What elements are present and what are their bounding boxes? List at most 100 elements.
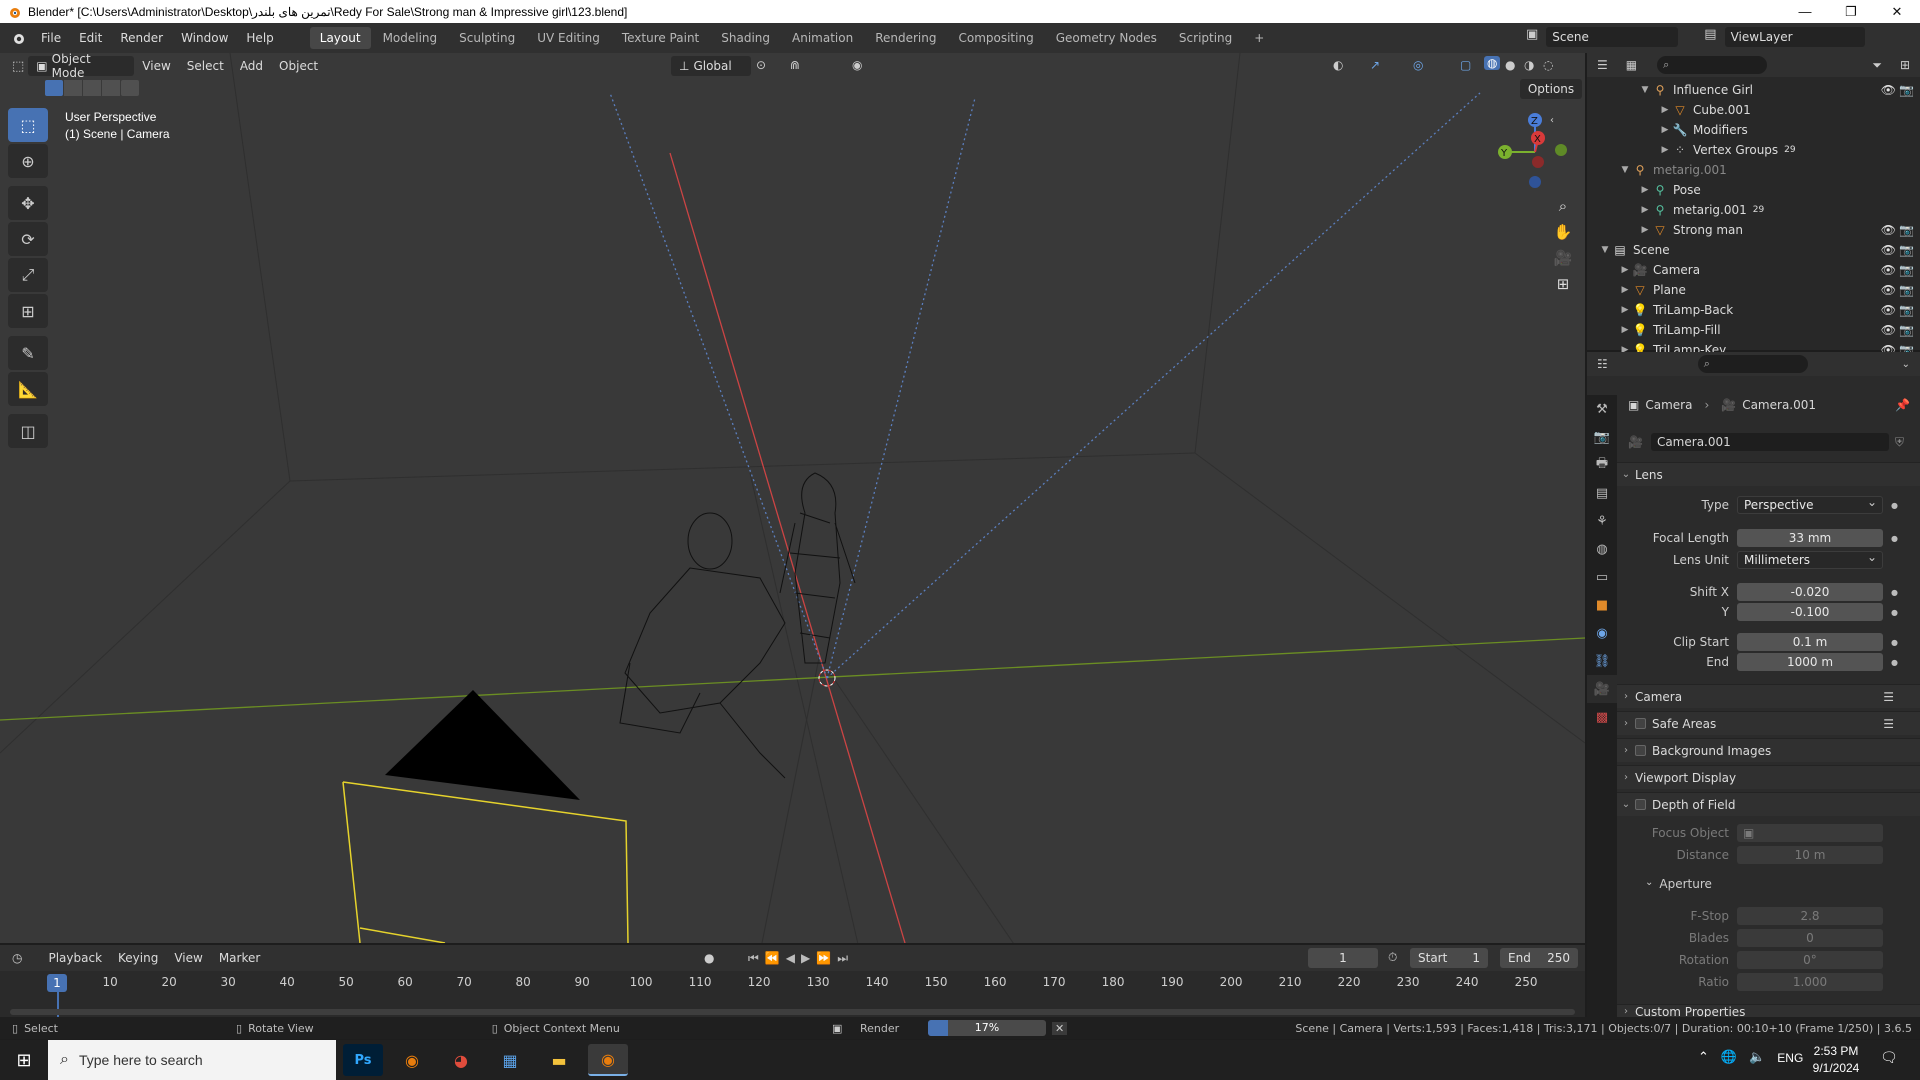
options-button[interactable]: Options [1520, 79, 1582, 99]
background-images-checkbox[interactable] [1635, 745, 1646, 756]
disclosure-triangle-icon[interactable]: ▶ [1619, 305, 1631, 315]
tab-uv-editing[interactable]: UV Editing [527, 27, 610, 49]
ortho-grid-icon[interactable]: ⊞ [1550, 271, 1576, 297]
scene-selector[interactable]: Scene [1546, 27, 1679, 47]
close-button[interactable]: ✕ [1874, 0, 1920, 23]
tab-shading[interactable]: Shading [711, 27, 780, 49]
focus-object-field[interactable]: ▣ [1737, 824, 1883, 842]
disclosure-triangle-icon[interactable]: ▶ [1659, 125, 1671, 135]
tab-modeling[interactable]: Modeling [373, 27, 448, 49]
playhead[interactable]: 1 [47, 974, 67, 992]
navigation-gizmo[interactable]: Z Y X [1490, 110, 1570, 190]
blades-field[interactable]: 0 [1737, 929, 1883, 947]
chrome-icon[interactable]: ◕ [441, 1044, 481, 1076]
physics-tab-icon[interactable]: ◉ [1587, 619, 1617, 647]
world-tab-icon[interactable]: ◍ [1587, 535, 1617, 563]
disclosure-triangle-icon[interactable]: ▶ [1619, 285, 1631, 295]
clip-start-field[interactable]: 0.1 m [1737, 633, 1883, 651]
pin-icon[interactable]: 📌 [1895, 398, 1910, 412]
properties-editor-icon[interactable]: ☷ [1597, 357, 1608, 371]
outliner-row[interactable]: ▶ 💡 TriLamp-Back 👁 📷 [1587, 300, 1920, 320]
snap-icon[interactable]: ⋒ [790, 58, 800, 72]
viewport-display-panel-header[interactable]: › Viewport Display [1617, 765, 1920, 789]
tab-scripting[interactable]: Scripting [1169, 27, 1242, 49]
disclosure-triangle-icon[interactable]: ▶ [1659, 145, 1671, 155]
render-tab-icon[interactable]: 📷 [1587, 423, 1617, 451]
overlay-toggle-icon[interactable]: ◎ [1413, 58, 1423, 72]
tab-rendering[interactable]: Rendering [865, 27, 946, 49]
scale-tool-icon[interactable]: ⤢ [8, 258, 48, 292]
notifications-icon[interactable]: 🗨 [1880, 1050, 1898, 1066]
safe-areas-checkbox[interactable] [1635, 718, 1646, 729]
transform-tool-icon[interactable]: ⊞ [8, 294, 48, 328]
disclosure-triangle-icon[interactable]: ▶ [1639, 205, 1651, 215]
outliner-row[interactable]: ▶ 💡 TriLamp-Fill 👁 📷 [1587, 320, 1920, 340]
datablock-selector[interactable]: 🎥 Camera.001 ⛨ [1628, 432, 1908, 452]
tab-sculpting[interactable]: Sculpting [449, 27, 525, 49]
menu-help[interactable]: Help [237, 23, 282, 53]
zoom-icon[interactable]: ⌕ [1550, 193, 1576, 219]
depth-of-field-checkbox[interactable] [1635, 799, 1646, 810]
shift-y-field[interactable]: -0.100 [1737, 603, 1883, 621]
outliner-search-input[interactable]: ⌕ [1657, 56, 1768, 74]
outliner-row[interactable]: ▼ ▤ Scene 👁 📷 [1587, 240, 1920, 260]
xray-toggle-icon[interactable]: ▢ [1460, 58, 1471, 72]
calculator-icon[interactable]: ▦ [490, 1044, 530, 1076]
auto-keying-icon[interactable]: ● [704, 951, 714, 965]
outliner-row[interactable]: ▼ ⚲ metarig.001 [1587, 160, 1920, 180]
scene-selector-icon[interactable]: ▣ [1526, 27, 1538, 47]
type-dropdown[interactable]: Perspective [1737, 494, 1883, 514]
windows-start-icon[interactable]: ⊞ [0, 1050, 48, 1071]
scene-tab-icon[interactable]: ⚘ [1587, 507, 1617, 535]
jump-keyframe-back-icon[interactable]: ⏪ [765, 951, 786, 965]
blender-menu-icon[interactable] [10, 31, 26, 45]
clip-end-field[interactable]: 1000 m [1737, 653, 1883, 671]
datablock-name-field[interactable]: Camera.001 [1650, 433, 1889, 451]
blender-active-window-icon[interactable]: ◉ [588, 1044, 628, 1076]
network-icon[interactable]: 🌐 [1721, 1050, 1737, 1065]
aperture-subpanel-header[interactable]: ⌄ Aperture [1645, 877, 1712, 891]
visibility-eye-icon[interactable]: 👁 [1881, 303, 1896, 317]
keyframe-dot-icon[interactable]: ● [1891, 658, 1898, 667]
render-camera-icon[interactable]: 📷 [1899, 283, 1914, 297]
safe-areas-panel-header[interactable]: › Safe Areas ☰ [1617, 711, 1920, 735]
add-cube-tool-icon[interactable]: ◫ [8, 414, 48, 448]
menu-keying[interactable]: Keying [110, 951, 166, 965]
rotate-tool-icon[interactable]: ⟳ [8, 222, 48, 256]
wireframe-shading-icon[interactable]: ◍ [1484, 56, 1501, 70]
ratio-field[interactable]: 1.000 [1737, 973, 1883, 991]
current-frame-field[interactable]: 1 [1308, 948, 1378, 968]
chevron-up-icon[interactable]: ⌃ [1698, 1050, 1709, 1065]
visibility-eye-icon[interactable]: 👁 [1881, 263, 1896, 277]
depth-of-field-panel-header[interactable]: ⌄ Depth of Field [1617, 792, 1920, 816]
collection-tab-icon[interactable]: ▭ [1587, 563, 1617, 591]
menu-render[interactable]: Render [111, 23, 172, 53]
menu-add[interactable]: Add [232, 59, 271, 73]
fake-user-shield-icon[interactable]: ⛨ [1895, 435, 1904, 450]
shift-x-field[interactable]: -0.020 [1737, 583, 1883, 601]
new-collection-icon[interactable]: ⊞ [1900, 58, 1910, 72]
outliner-row[interactable]: ▶ ▽ Plane 👁 📷 [1587, 280, 1920, 300]
visibility-eye-icon[interactable]: 👁 [1881, 283, 1896, 297]
outliner-row[interactable]: ▶ ▽ Strong man 👁 📷 [1587, 220, 1920, 240]
viewlayer-icon[interactable]: ▤ [1704, 27, 1716, 47]
preview-range-icon[interactable]: ⏱ [1388, 950, 1397, 965]
filter-icon[interactable]: ⏷ [1872, 58, 1882, 73]
play-reverse-icon[interactable]: ◀ [786, 951, 801, 965]
select-new-icon[interactable] [45, 80, 63, 96]
visibility-eye-icon[interactable]: 👁 [1881, 243, 1896, 257]
annotate-tool-icon[interactable]: ✎ [8, 336, 48, 370]
move-tool-icon[interactable]: ✥ [8, 186, 48, 220]
texture-tab-icon[interactable]: ▩ [1587, 703, 1617, 731]
outliner-row[interactable]: ▶ ⁘ Vertex Groups 29 [1587, 140, 1920, 160]
blender-app-icon[interactable]: ◉ [392, 1044, 432, 1076]
menu-window[interactable]: Window [172, 23, 237, 53]
outliner-row[interactable]: ▶ 🔧 Modifiers [1587, 120, 1920, 140]
disclosure-triangle-icon[interactable]: ▼ [1639, 85, 1651, 95]
render-camera-icon[interactable]: 📷 [1899, 83, 1914, 97]
jump-start-icon[interactable]: ⏮ [748, 951, 765, 965]
clock[interactable]: 2:53 PM 9/1/2024 [1808, 1043, 1864, 1077]
disclosure-triangle-icon[interactable]: ▼ [1599, 245, 1611, 255]
keyframe-dot-icon[interactable]: ● [1891, 588, 1898, 597]
add-workspace-button[interactable]: + [1244, 27, 1274, 49]
